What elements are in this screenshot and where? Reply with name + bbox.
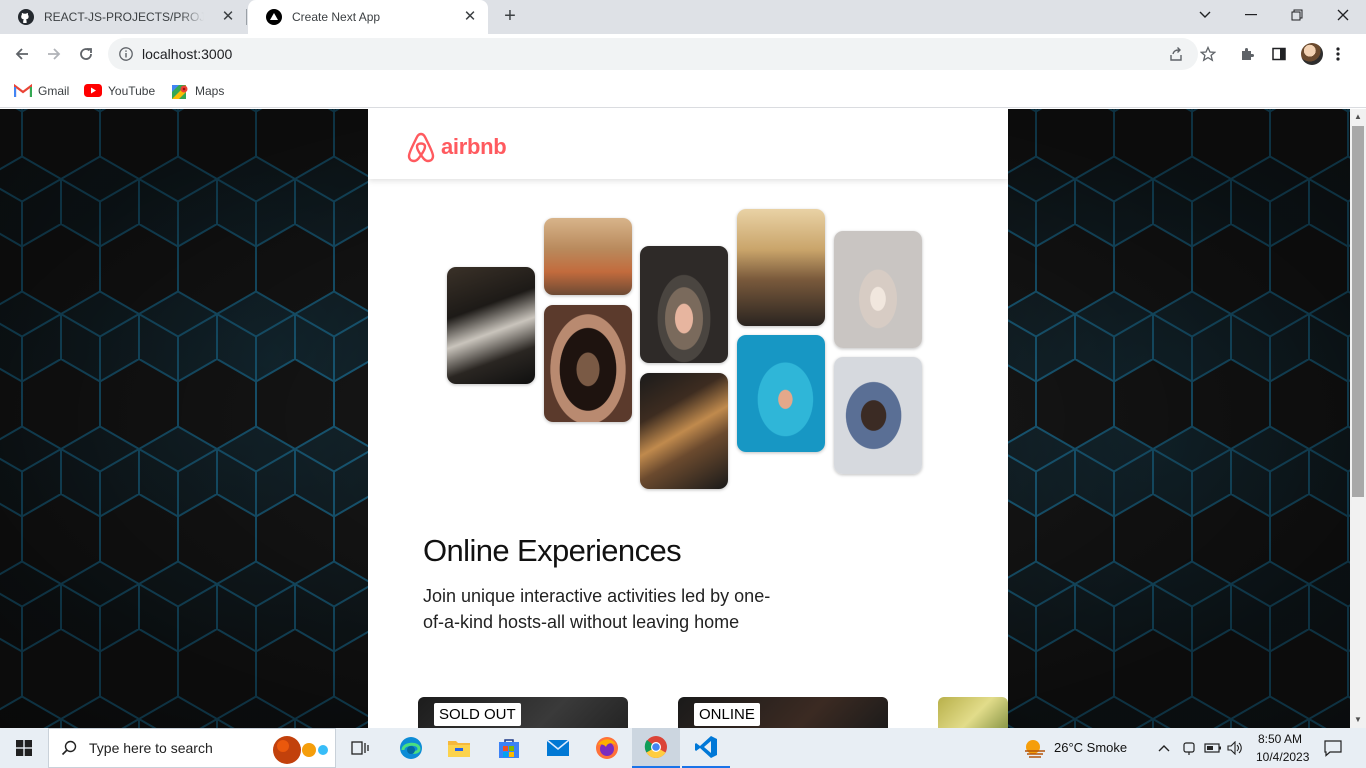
- browser-toolbar: localhost:3000: [0, 34, 1366, 74]
- scroll-up-arrow-icon[interactable]: ▲: [1350, 109, 1366, 125]
- firefox-icon[interactable]: [592, 728, 622, 768]
- bookmark-label: Gmail: [38, 84, 70, 98]
- page-scrollbar[interactable]: ▲ ▼: [1350, 109, 1366, 728]
- experience-card[interactable]: [938, 697, 1008, 728]
- edge-browser-icon[interactable]: [396, 728, 426, 768]
- clock-time[interactable]: 8:50 AM: [1258, 732, 1302, 746]
- tab-create-next-app[interactable]: Create Next App ✕: [248, 0, 488, 34]
- bookmark-youtube[interactable]: YouTube: [84, 82, 155, 100]
- airbnb-logo[interactable]: airbnb: [406, 131, 507, 163]
- share-icon[interactable]: [1168, 46, 1184, 62]
- gmail-icon: [13, 83, 33, 98]
- vscode-icon[interactable]: [682, 728, 730, 768]
- tab-github[interactable]: REACT-JS-PROJECTS/PROJECT 0 ✕: [0, 0, 246, 34]
- bookmark-label: YouTube: [108, 84, 156, 98]
- photo-dancer-doorway: [544, 305, 632, 422]
- address-bar[interactable]: localhost:3000: [108, 38, 1217, 70]
- page-viewport: airbnb Online Experiences Join unique in…: [0, 109, 1350, 728]
- tab-title: Create Next App: [292, 10, 381, 24]
- scroll-down-arrow-icon[interactable]: ▼: [1350, 712, 1366, 728]
- notification-center-icon[interactable]: [1318, 728, 1348, 768]
- tab-separator: [246, 9, 247, 25]
- clock-date[interactable]: 10/4/2023: [1256, 750, 1309, 764]
- reload-icon[interactable]: [74, 42, 98, 66]
- navbar: airbnb: [368, 109, 1008, 179]
- site-info-icon[interactable]: [118, 46, 134, 67]
- minimize-icon[interactable]: [1228, 0, 1274, 30]
- meet-now-icon[interactable]: [1180, 728, 1198, 768]
- photo-singer: [834, 357, 922, 474]
- search-icon: [61, 740, 77, 756]
- microsoft-store-icon[interactable]: [494, 728, 524, 768]
- photo-guitar: [640, 373, 728, 489]
- tab-strip: REACT-JS-PROJECTS/PROJECT 0 ✕ Create Nex…: [0, 0, 1366, 34]
- photo-food-bowl: [640, 246, 728, 363]
- card-badge: ONLINE: [694, 703, 760, 726]
- photo-yoga: [834, 231, 922, 348]
- bookmarks-bar: Gmail YouTube Maps: [0, 74, 1366, 108]
- battery-icon[interactable]: [1203, 728, 1223, 768]
- experience-card[interactable]: SOLD OUT: [418, 697, 628, 728]
- volume-icon[interactable]: [1226, 728, 1244, 768]
- profile-avatar[interactable]: [1301, 43, 1323, 65]
- hero-title: Online Experiences: [423, 533, 682, 568]
- brand-name: airbnb: [441, 134, 507, 159]
- windows-start-icon[interactable]: [0, 728, 48, 768]
- tab-title: REACT-JS-PROJECTS/PROJECT 0: [44, 10, 204, 24]
- youtube-icon: [84, 84, 102, 98]
- chrome-taskbar-icon[interactable]: [632, 728, 680, 768]
- close-tab-icon[interactable]: ✕: [462, 9, 478, 25]
- task-view-icon[interactable]: [348, 728, 372, 768]
- airbnb-app: airbnb Online Experiences Join unique in…: [368, 109, 1008, 728]
- bookmark-star-icon[interactable]: [1199, 45, 1217, 62]
- bookmark-label: Maps: [195, 84, 225, 98]
- airbnb-belo-icon: [407, 132, 435, 163]
- weather-text[interactable]: 26°C Smoke: [1054, 740, 1127, 755]
- photo-cooking: [447, 267, 535, 384]
- tab-search-chevron-icon[interactable]: [1182, 0, 1228, 30]
- card-badge: SOLD OUT: [434, 703, 521, 726]
- forward-arrow-icon[interactable]: [42, 42, 66, 66]
- restore-icon[interactable]: [1274, 0, 1320, 30]
- windows-taskbar: Type here to search 26°C Smoke 8:50 AM 1…: [0, 728, 1366, 768]
- back-arrow-icon[interactable]: [10, 42, 34, 66]
- github-icon: [18, 9, 34, 25]
- photo-woman-smiling: [544, 218, 632, 295]
- new-tab-button[interactable]: +: [498, 5, 522, 29]
- bookmark-maps[interactable]: Maps: [171, 82, 224, 100]
- photo-microphone-music: [737, 209, 825, 326]
- maps-icon: [171, 84, 189, 99]
- close-tab-icon[interactable]: ✕: [220, 9, 236, 25]
- taskbar-search-box[interactable]: Type here to search: [48, 728, 336, 768]
- search-highlight-planets-icon: [269, 735, 333, 768]
- weather-icon[interactable]: [1022, 728, 1048, 768]
- nextjs-icon: [266, 9, 282, 25]
- side-panel-icon[interactable]: [1269, 44, 1289, 64]
- photo-swimmer: [737, 335, 825, 452]
- experience-card[interactable]: ONLINE: [678, 697, 888, 728]
- tray-chevron-up-icon[interactable]: [1156, 728, 1172, 768]
- url-text: localhost:3000: [142, 46, 233, 62]
- bookmark-gmail[interactable]: Gmail: [13, 82, 70, 100]
- search-placeholder: Type here to search: [89, 740, 213, 756]
- file-explorer-icon[interactable]: [444, 728, 474, 768]
- scrollbar-thumb[interactable]: [1352, 126, 1364, 497]
- hero-description: Join unique interactive activities led b…: [423, 586, 771, 632]
- mail-icon[interactable]: [543, 728, 573, 768]
- extensions-puzzle-icon[interactable]: [1237, 44, 1257, 64]
- close-window-icon[interactable]: [1320, 0, 1366, 30]
- more-menu-icon[interactable]: [1328, 44, 1348, 64]
